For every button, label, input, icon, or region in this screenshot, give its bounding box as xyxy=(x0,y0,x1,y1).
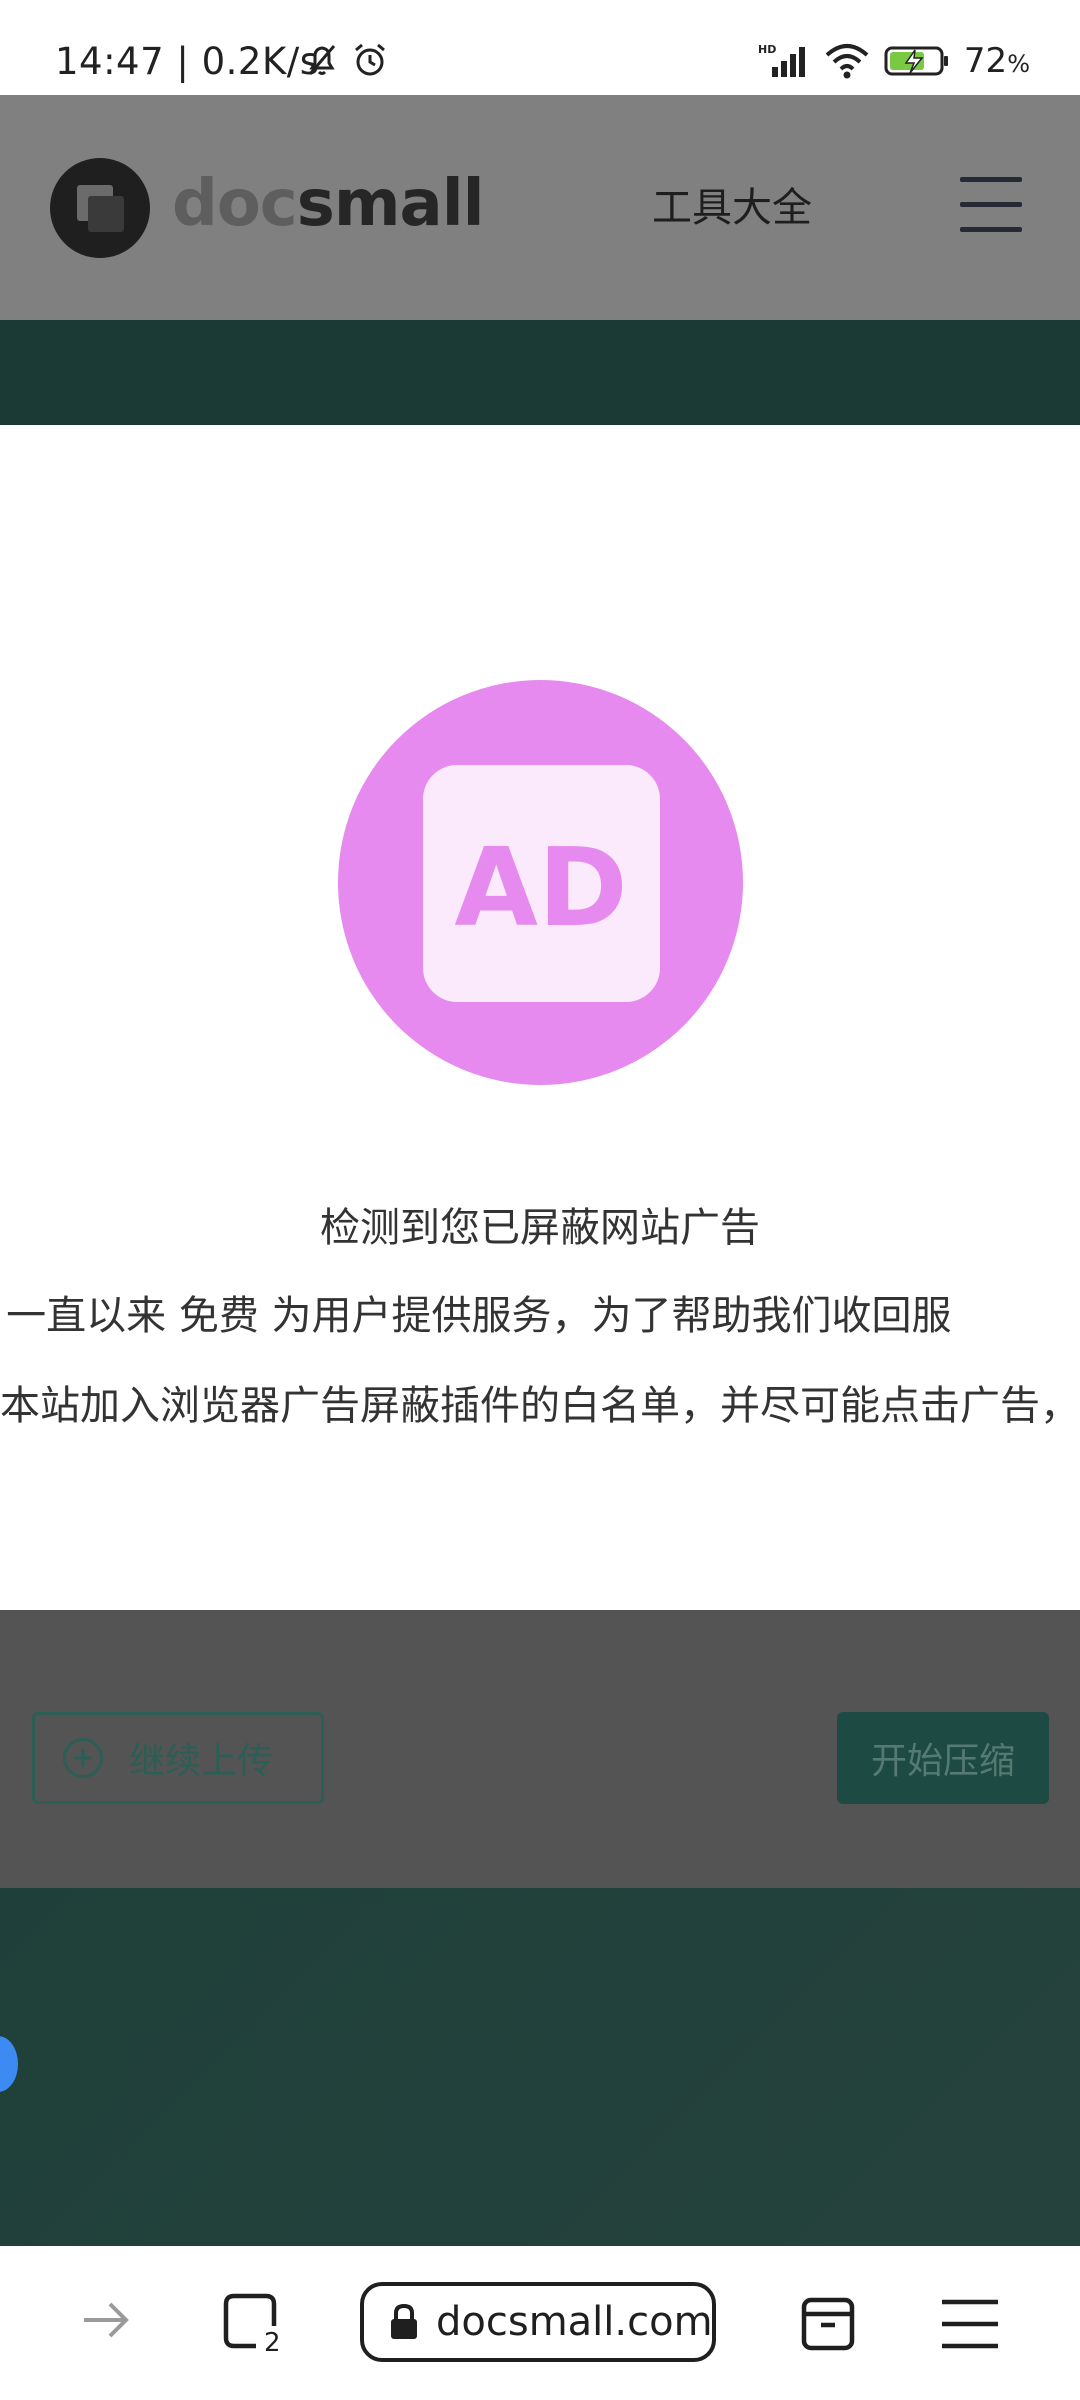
page-footer-area xyxy=(0,1888,1080,2246)
address-bar[interactable]: docsmall.com xyxy=(360,2282,716,2362)
modal-line-1-wrap: docsmall 一直以来 免费 为用户提供服务，为了帮助我们收回服 xyxy=(0,1283,1080,1343)
ad-badge-text: AD xyxy=(454,826,627,951)
status-bar: 14:47 | 0.2K/s HD 72 % xyxy=(0,0,1080,95)
header-banner-band xyxy=(0,320,1080,425)
address-url: docsmall.com xyxy=(436,2299,713,2345)
add-circle-icon xyxy=(63,1738,103,1778)
continue-upload-label: 继续上传 xyxy=(129,1741,274,1782)
svg-text:HD: HD xyxy=(758,43,776,56)
modal-line-2-wrap: 请将本站加入浏览器广告屏蔽插件的白名单，并尽可能点击广告， xyxy=(0,1373,1080,1433)
battery-charging-icon xyxy=(884,46,948,76)
forward-arrow-icon[interactable] xyxy=(78,2292,134,2348)
logo-text-doc: doc xyxy=(172,167,298,241)
ad-badge-icon: AD xyxy=(338,680,743,1085)
site-header: docsmall 工具大全 xyxy=(0,95,1080,320)
site-logo-text[interactable]: docsmall xyxy=(172,167,485,241)
lock-icon xyxy=(391,2303,417,2339)
hamburger-icon[interactable] xyxy=(960,177,1022,233)
status-time: 14:47 | 0.2K/s xyxy=(55,40,320,83)
modal-title: 检测到您已屏蔽网站广告 xyxy=(320,1205,760,1251)
start-compress-button[interactable]: 开始压缩 xyxy=(837,1712,1049,1804)
modal-message-line-2: 请将本站加入浏览器广告屏蔽插件的白名单，并尽可能点击广告， xyxy=(0,1383,1080,1429)
site-logo-icon[interactable] xyxy=(50,158,150,258)
continue-upload-button[interactable]: 继续上传 xyxy=(32,1712,324,1804)
tabs-button[interactable]: 2 xyxy=(222,2292,286,2358)
logo-text-small: small xyxy=(296,167,485,241)
modal-message-line-1: docsmall 一直以来 免费 为用户提供服务，为了帮助我们收回服 xyxy=(0,1293,952,1339)
menu-icon[interactable] xyxy=(940,2298,1000,2350)
ad-text-graphic: AD xyxy=(454,826,627,951)
browser-toolbar: 2 docsmall.com xyxy=(0,2246,1080,2400)
mute-bell-icon xyxy=(308,45,336,75)
tab-count: 2 xyxy=(264,2328,281,2358)
tools-link[interactable]: 工具大全 xyxy=(652,175,812,233)
hd-signal-icon: HD xyxy=(758,43,805,77)
battery-percent-sign: % xyxy=(1007,50,1030,78)
adblock-notice-modal: AD 检测到您已屏蔽网站广告 docsmall 一直以来 免费 为用户提供服务，… xyxy=(0,425,1080,1610)
archive-icon[interactable] xyxy=(798,2294,858,2354)
battery-percent: 72 xyxy=(963,41,1008,81)
wifi-icon xyxy=(825,44,869,79)
alarm-icon xyxy=(355,43,385,76)
